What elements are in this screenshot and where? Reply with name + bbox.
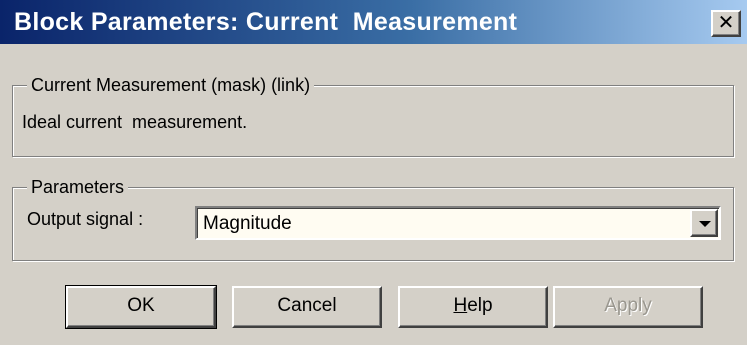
close-button[interactable]: ✕ bbox=[711, 10, 741, 37]
help-button-label-rest: elp bbox=[467, 295, 493, 316]
help-button-mnemonic: H bbox=[453, 295, 468, 316]
help-button[interactable]: Help bbox=[398, 286, 548, 328]
apply-button[interactable]: Apply bbox=[553, 286, 703, 328]
parameters-group: Parameters Output signal : Magnitude bbox=[12, 176, 734, 261]
parameters-group-legend: Parameters bbox=[27, 176, 129, 198]
title-bar[interactable]: Block Parameters: Current Measurement ✕ bbox=[0, 0, 747, 44]
block-parameters-dialog: Block Parameters: Current Measurement ✕ … bbox=[0, 0, 747, 345]
close-icon: ✕ bbox=[717, 12, 735, 34]
mask-group: Current Measurement (mask) (link) Ideal … bbox=[12, 74, 734, 157]
chevron-down-icon bbox=[699, 221, 711, 227]
mask-group-legend: Current Measurement (mask) (link) bbox=[27, 74, 315, 96]
cancel-button[interactable]: Cancel bbox=[232, 286, 382, 328]
output-signal-dropdown-button[interactable] bbox=[690, 209, 718, 237]
output-signal-value: Magnitude bbox=[203, 213, 292, 234]
mask-description: Ideal current measurement. bbox=[22, 112, 248, 132]
ok-button[interactable]: OK bbox=[65, 285, 217, 329]
window-title: Block Parameters: Current Measurement bbox=[14, 8, 518, 36]
output-signal-select[interactable]: Magnitude bbox=[195, 206, 721, 240]
output-signal-label: Output signal : bbox=[27, 209, 144, 229]
